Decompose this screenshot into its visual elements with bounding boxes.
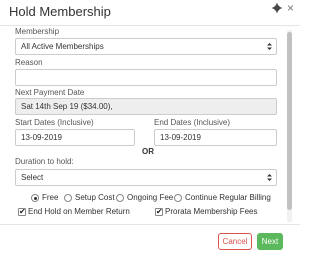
prorata-label: Prorata Membership Fees (165, 207, 258, 216)
fee-radio-free[interactable] (31, 194, 39, 202)
select-arrows-icon (267, 43, 272, 50)
duration-label: Duration to hold: (15, 157, 74, 166)
end-hold-checkbox[interactable]: ✔ (18, 208, 26, 216)
membership-select[interactable]: All Active Memberships (15, 38, 277, 55)
next-button[interactable]: Next (257, 233, 283, 250)
end-hold-label: End Hold on Member Return (28, 207, 130, 216)
reason-input[interactable] (15, 69, 277, 86)
scrollbar-thumb[interactable] (287, 32, 292, 210)
fee-option-setup-cost-label: Setup Cost (75, 193, 115, 202)
prorata-checkbox[interactable]: ✔ (155, 208, 163, 216)
fee-option-continue-billing-label: Continue Regular Billing (185, 193, 271, 202)
duration-select-value: Select (21, 173, 44, 182)
fee-radio-setup-cost[interactable] (64, 194, 72, 202)
membership-label: Membership (15, 27, 60, 36)
fee-radio-continue-billing[interactable] (174, 194, 182, 202)
membership-select-value: All Active Memberships (21, 42, 104, 51)
modal-title: Hold Membership (9, 4, 111, 19)
next-payment-label: Next Payment Date (15, 88, 85, 97)
gear-icon[interactable] (272, 3, 282, 13)
modal-body: Membership All Active Memberships Reason… (0, 26, 300, 224)
cancel-button[interactable]: Cancel (218, 233, 252, 250)
end-dates-label: End Dates (Inclusive) (154, 118, 231, 127)
close-icon[interactable]: × (287, 2, 294, 14)
next-payment-field: Sat 14th Sep 19 ($34.00), (15, 98, 277, 115)
modal-footer: Cancel Next (0, 224, 300, 256)
start-date-input[interactable]: 13-09-2019 (15, 129, 135, 146)
fee-option-free-label: Free (42, 193, 59, 202)
select-arrows-icon (267, 174, 272, 181)
duration-select[interactable]: Select (15, 169, 277, 186)
fee-option-ongoing-fee-label: Ongoing Fee (127, 193, 174, 202)
reason-label: Reason (15, 58, 43, 67)
hold-membership-modal: Hold Membership × Membership All Active … (0, 0, 300, 256)
fee-radio-ongoing-fee[interactable] (116, 194, 124, 202)
or-separator: OR (142, 147, 154, 156)
modal-header: Hold Membership × (0, 0, 300, 26)
start-dates-label: Start Dates (Inclusive) (15, 118, 94, 127)
end-date-input[interactable]: 13-09-2019 (154, 129, 277, 146)
